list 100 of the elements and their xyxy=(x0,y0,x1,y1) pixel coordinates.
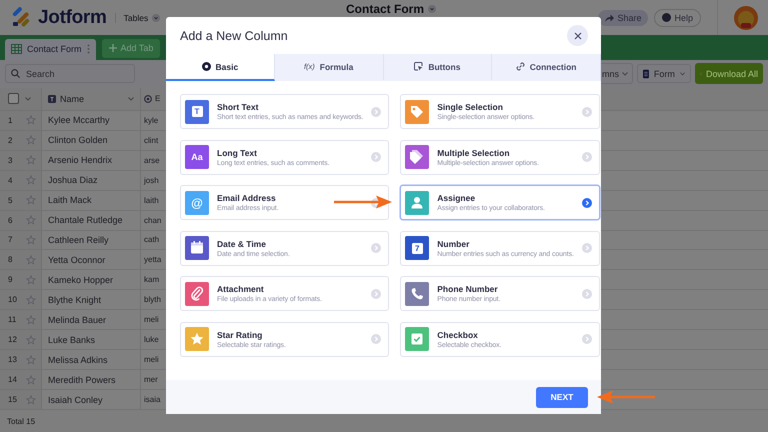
table-cell: yetta xyxy=(144,255,162,264)
option-title: Number xyxy=(437,238,470,248)
row-number: 9 xyxy=(8,275,14,284)
share-icon xyxy=(605,14,614,22)
table-cell: Melissa Adkins xyxy=(48,354,108,365)
chevron-down-icon[interactable] xyxy=(128,96,134,101)
row-number: 3 xyxy=(8,156,14,165)
grid-icon xyxy=(11,44,22,54)
help-button[interactable]: Help xyxy=(654,8,701,26)
table-cell: Arsenio Hendrix xyxy=(48,155,112,166)
row-number: 4 xyxy=(8,176,14,185)
star-icon[interactable] xyxy=(26,175,36,186)
column-header: Name xyxy=(60,94,84,104)
star-icon[interactable] xyxy=(26,314,36,325)
table-cell: Joshua Diaz xyxy=(48,175,98,186)
table-cell: laith xyxy=(144,196,159,205)
circle-icon xyxy=(202,62,211,71)
option-title: Email Address xyxy=(217,193,277,203)
table-cell: meli xyxy=(144,315,159,324)
star-icon[interactable] xyxy=(26,334,36,345)
row-number: 5 xyxy=(8,196,14,205)
table-cell: Kameko Hopper xyxy=(48,274,114,285)
star-icon[interactable] xyxy=(26,155,36,166)
option-title: Attachment xyxy=(217,284,265,294)
table-cell: Luke Banks xyxy=(48,334,96,345)
cursor-box-icon xyxy=(414,62,424,71)
table-cell: luke xyxy=(144,335,159,344)
tab[interactable]: Basic xyxy=(166,54,275,81)
table-cell: Melinda Bauer xyxy=(48,314,106,325)
option-title: Single Selection xyxy=(437,102,504,112)
star-icon[interactable] xyxy=(26,135,36,146)
table-cell: meli xyxy=(144,355,159,364)
star-icon[interactable] xyxy=(26,394,36,405)
star-icon[interactable] xyxy=(26,234,36,245)
star-icon[interactable] xyxy=(26,274,36,285)
table-cell: Kylee Mccarthy xyxy=(48,115,110,126)
type-icon: @ xyxy=(185,190,209,214)
star-icon[interactable] xyxy=(26,254,36,265)
table-cell: kam xyxy=(144,275,160,284)
plus-icon xyxy=(108,44,117,52)
close-button[interactable] xyxy=(567,25,588,46)
star-icon[interactable] xyxy=(26,354,36,365)
form-button[interactable]: Form xyxy=(637,64,691,84)
arrow xyxy=(334,196,392,208)
chevron-right-icon xyxy=(371,334,382,344)
type-icon: T xyxy=(185,100,209,124)
option-title: Star Rating xyxy=(217,330,264,340)
column-header: E xyxy=(155,94,160,104)
tab[interactable]: Buttons xyxy=(384,54,492,81)
table-cell: Isaiah Conley xyxy=(48,394,103,405)
chevron-right-icon xyxy=(371,243,382,253)
type-icon: 7 xyxy=(405,236,430,260)
link-icon xyxy=(516,62,525,71)
close-icon xyxy=(574,32,582,40)
chevron-right-icon xyxy=(582,334,592,344)
chevron-right-icon xyxy=(582,243,592,253)
table-cell: arse xyxy=(144,156,160,165)
chevron-down-icon[interactable] xyxy=(25,96,31,101)
option-title: Long Text xyxy=(217,148,258,158)
chevron-right-icon xyxy=(371,106,382,116)
option-title: Short Text xyxy=(217,102,260,112)
table-cell: Chantale Rutledge xyxy=(48,215,123,226)
chevron-down-icon xyxy=(428,5,436,13)
select-all-checkbox[interactable] xyxy=(8,93,19,104)
arrow xyxy=(597,390,655,404)
option-title: Multiple Selection xyxy=(437,148,511,158)
table-cell: chan xyxy=(144,216,162,225)
table-cell: Blythe Knight xyxy=(48,294,102,305)
chevron-right-icon xyxy=(582,288,592,298)
type-icon: Aa xyxy=(185,145,209,169)
table-cell: mer xyxy=(144,375,158,384)
chevron-down-icon xyxy=(622,72,628,76)
star-icon[interactable] xyxy=(26,294,36,305)
row-number: 14 xyxy=(8,375,18,384)
table-cell: Cathleen Reilly xyxy=(48,234,109,245)
tab[interactable]: Connection xyxy=(492,54,601,81)
row-number: 13 xyxy=(8,355,18,364)
dialog-title: Add a New Column xyxy=(180,28,288,42)
text-type-icon xyxy=(48,94,56,103)
table-cell: clint xyxy=(144,136,158,145)
avatar-icon[interactable] xyxy=(734,6,758,30)
row-number: 2 xyxy=(8,136,14,145)
search-field[interactable]: Search xyxy=(5,64,135,84)
table-cell: Laith Mack xyxy=(48,195,92,206)
row-number: 6 xyxy=(8,216,14,225)
search-icon xyxy=(11,69,20,78)
sheet-tab[interactable]: Contact Form xyxy=(5,38,96,60)
star-icon[interactable] xyxy=(26,195,36,206)
star-icon[interactable] xyxy=(26,115,36,126)
document-title: Contact Form xyxy=(346,2,424,16)
row-number: 8 xyxy=(8,255,14,264)
table-cell: blyth xyxy=(144,295,161,304)
chevron-right-icon xyxy=(582,152,592,162)
download-all-button[interactable]: Download All xyxy=(695,63,763,84)
star-icon[interactable] xyxy=(26,374,36,385)
option-title: Phone Number xyxy=(437,284,499,294)
next-button[interactable]: NEXT xyxy=(536,386,588,408)
chevron-right-icon xyxy=(371,288,382,298)
star-icon[interactable] xyxy=(26,215,36,226)
row-number: 1 xyxy=(8,116,14,125)
